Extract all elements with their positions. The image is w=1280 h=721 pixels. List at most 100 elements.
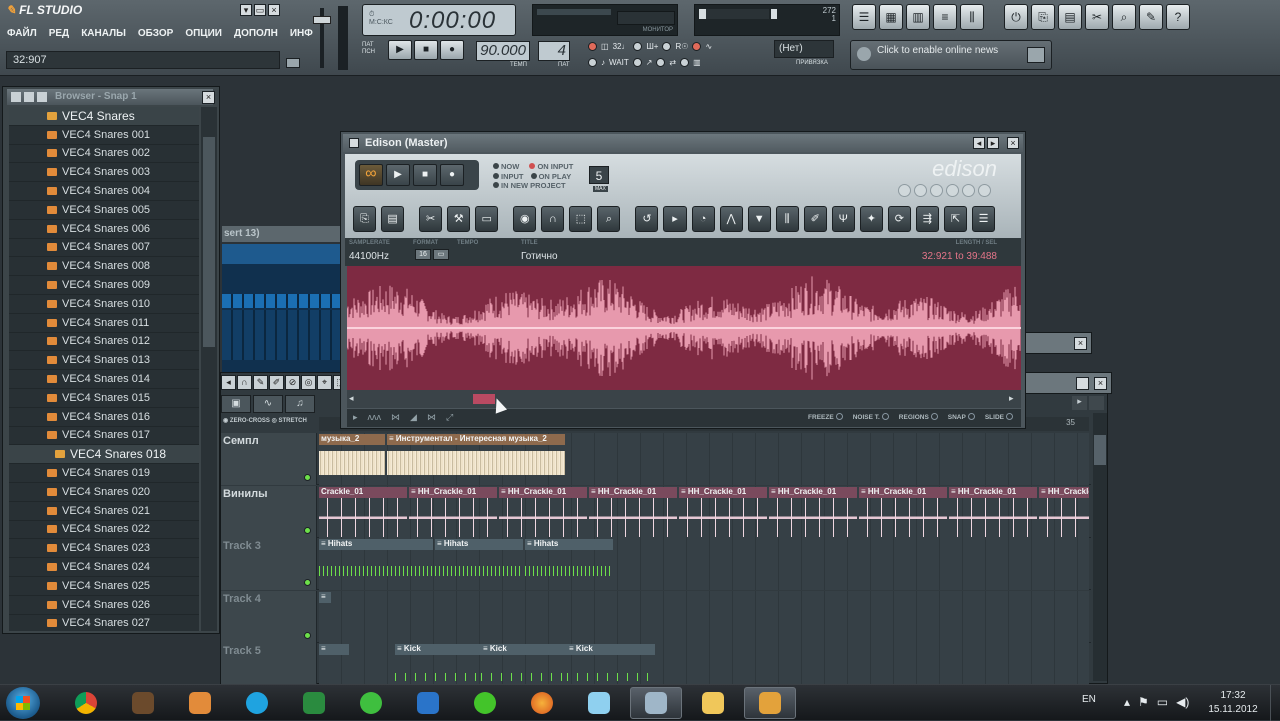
overdub-toggle[interactable]	[656, 58, 666, 67]
playlist-clip[interactable]: ≡ Hihats	[435, 539, 523, 589]
edison-play-button[interactable]: ▶	[386, 164, 410, 186]
piano-roll-icon[interactable]: ▥	[906, 4, 930, 30]
media-player-icon[interactable]	[174, 687, 226, 719]
noise-removal-icon[interactable]: ✦	[859, 206, 883, 232]
scroll-handle-icon[interactable]	[1089, 396, 1104, 410]
browser-file[interactable]: VEC4 Snares 027	[9, 615, 199, 631]
notes-icon[interactable]	[573, 687, 625, 719]
recording-icon[interactable]: R☉	[675, 42, 688, 51]
hint-toggle-button[interactable]	[286, 58, 300, 68]
scroll-right-arrow-icon[interactable]: ▸	[1009, 393, 1019, 405]
master-volume-knob[interactable]	[313, 16, 331, 24]
playlist-clip[interactable]: ≡ Kick	[395, 644, 481, 685]
browser-file[interactable]: VEC4 Snares 005	[9, 201, 199, 220]
loop-record-toggle[interactable]	[662, 42, 672, 51]
airline-icon[interactable]	[402, 687, 454, 719]
save-icon[interactable]: ⎘	[1031, 4, 1055, 30]
browser-title[interactable]: Browser - Snap 1	[7, 89, 213, 105]
restore-button[interactable]: ▭	[254, 4, 266, 16]
load-sample-icon[interactable]: ▤	[381, 206, 405, 232]
start-button[interactable]	[6, 687, 40, 719]
tag-icon[interactable]: ✎	[1139, 4, 1163, 30]
mail-agent-icon[interactable]	[345, 687, 397, 719]
browser-file[interactable]: VEC4 Snares 013	[9, 351, 199, 371]
browser-file[interactable]: VEC4 Snares 017	[9, 427, 199, 446]
playlist-clip[interactable]: ≡ HH_Crackle_01	[1039, 486, 1089, 537]
mixer-icon[interactable]: ⫼	[960, 4, 984, 30]
expand-icon[interactable]: ⤢	[446, 412, 453, 423]
browser-file[interactable]: VEC4 Snares 003	[9, 163, 199, 183]
skype-icon[interactable]	[231, 687, 283, 719]
browser-file[interactable]: VEC4 Snares 015	[9, 389, 199, 408]
countdown-toggle[interactable]	[633, 42, 643, 51]
menu-edit[interactable]: РЕД	[48, 26, 70, 41]
mute-icon[interactable]: ◎	[301, 375, 316, 390]
playlist-clip[interactable]: ≡	[319, 644, 349, 685]
pencil-icon[interactable]: ✎	[253, 375, 268, 390]
gta-icon[interactable]	[117, 687, 169, 719]
tab-patterns[interactable]: ▣	[221, 395, 251, 413]
browser-file[interactable]: VEC4 Snares 025	[9, 577, 199, 596]
back-icon[interactable]	[978, 184, 991, 197]
track-name[interactable]: Track 3	[221, 538, 317, 591]
edison-record-button[interactable]: ●	[440, 164, 464, 186]
blend-icon[interactable]: Ш+	[646, 42, 658, 51]
playlist-clip[interactable]: ≡ HH_Crackle_01	[499, 486, 587, 537]
delete-icon[interactable]: ⊘	[285, 375, 300, 390]
playlist-icon[interactable]: ☰	[852, 4, 876, 30]
browser-file[interactable]: VEC4 Snares 022	[9, 521, 199, 540]
browser-file[interactable]: VEC4 Snares 001	[9, 126, 199, 145]
rec-on-input-radio[interactable]	[529, 163, 536, 169]
browser-menu-icon[interactable]	[11, 92, 21, 102]
wave-view-icon[interactable]	[930, 184, 943, 197]
menu-view[interactable]: ОБЗОР	[137, 26, 174, 41]
browser-file[interactable]: VEC4 Snares 007	[9, 239, 199, 258]
playlist-clip[interactable]: Crackle_01	[319, 486, 407, 537]
playlist-clip[interactable]: музыка_2	[319, 434, 385, 484]
arrow-left-icon[interactable]: ◂	[221, 375, 236, 390]
regions-toggle[interactable]: REGIONS	[899, 413, 938, 421]
browser-icon[interactable]: ≡	[933, 4, 957, 30]
online-news-panel[interactable]: Click to enable online news	[850, 40, 1052, 70]
noise-threshold-toggle[interactable]: NOISE T.	[853, 413, 889, 421]
next-region-icon[interactable]: ⋈	[427, 412, 436, 423]
browser-folder[interactable]: VEC4 Snares	[9, 107, 199, 126]
pencil-icon[interactable]	[946, 184, 959, 197]
envelope-icon[interactable]: ⋀	[719, 206, 743, 232]
track-mute-led[interactable]	[304, 579, 311, 587]
playlist-clip[interactable]: ≡ Kick	[481, 644, 567, 685]
playlist-clip[interactable]: ≡ HH_Crackle_01	[589, 486, 677, 537]
tab-automation[interactable]: ♫	[285, 395, 315, 413]
playlist-close-button[interactable]: ×	[1094, 377, 1107, 390]
browser-file[interactable]: VEC4 Snares 019	[9, 464, 199, 483]
master-pitch-slider[interactable]	[338, 6, 348, 70]
playlist-clip[interactable]: ≡ HH_Crackle_01	[859, 486, 947, 537]
volume-icon[interactable]: ◀)	[1176, 695, 1189, 709]
loop-icon[interactable]: ⇄	[669, 58, 676, 67]
reverse-icon[interactable]: ↺	[635, 206, 659, 232]
metronome-icon[interactable]: 32♩	[613, 42, 630, 51]
drag-icon[interactable]: ⇱	[943, 206, 967, 232]
playlist-clip[interactable]: ≡ HH_Crackle_01	[949, 486, 1037, 537]
track-name[interactable]: Track 5	[221, 643, 317, 685]
browser-file[interactable]: VEC4 Snares 016	[9, 408, 199, 427]
trim-icon[interactable]: ▭	[475, 206, 499, 232]
close-button[interactable]: ×	[268, 4, 280, 16]
drop-icon[interactable]: ▼	[747, 206, 771, 232]
browser-back-icon[interactable]	[24, 92, 34, 102]
sample-title-value[interactable]: Готично	[521, 251, 558, 262]
browser-file[interactable]: VEC4 Snares 010	[9, 295, 199, 314]
run-icon[interactable]: ▸	[663, 206, 687, 232]
tuning-fork-icon[interactable]: Ψ	[831, 206, 855, 232]
wrench-icon[interactable]: ⚒	[447, 206, 471, 232]
help-icon[interactable]: ?	[1166, 4, 1190, 30]
browser-scroll-thumb[interactable]	[203, 137, 215, 347]
scroll-mode-icon[interactable]: ᴧᴧᴧ	[368, 412, 382, 423]
cpu-icon[interactable]: ⏻	[1004, 4, 1028, 30]
save-sample-icon[interactable]: ⎘	[353, 206, 377, 232]
edison-next-arrow-icon[interactable]: ▸	[987, 137, 999, 149]
fl-studio-taskbar-icon[interactable]	[744, 687, 796, 719]
step-sequencer-icon[interactable]: ▦	[879, 4, 903, 30]
loop-tool-icon[interactable]: ⟳	[887, 206, 911, 232]
rec-new-project-radio[interactable]	[493, 182, 499, 188]
